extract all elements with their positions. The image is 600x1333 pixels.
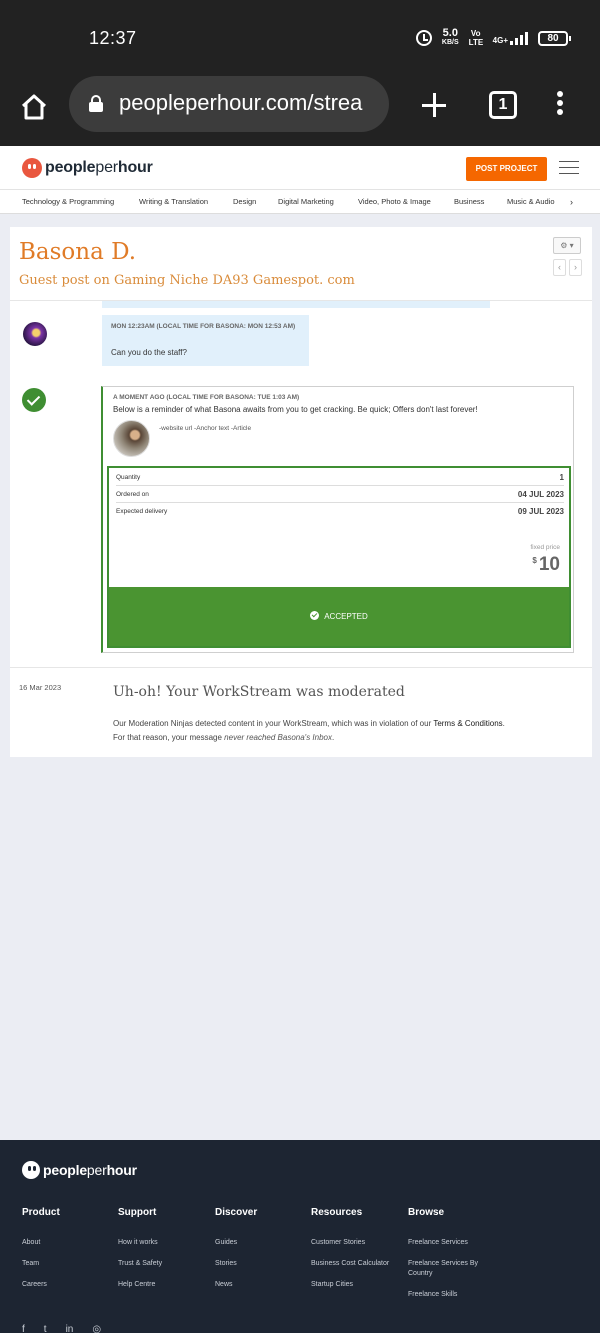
lock-icon [89, 95, 103, 112]
category-writing[interactable]: Writing & Translation [139, 197, 208, 206]
category-digital-marketing[interactable]: Digital Marketing [278, 197, 334, 206]
post-project-button[interactable]: POST PROJECT [466, 157, 547, 181]
moderation-date: 16 Mar 2023 [19, 683, 62, 692]
terms-link[interactable]: Terms & Conditions [433, 719, 502, 728]
status-label: ACCEPTED [324, 612, 368, 621]
footer-link[interactable]: Business Cost Calculator [311, 1259, 403, 1269]
battery-icon: 80 [538, 30, 571, 46]
tab-switcher-icon[interactable]: 1 [489, 91, 517, 119]
accepted-status-bar: ACCEPTED [109, 587, 569, 646]
footer-column-resources: Resources Customer Stories Business Cost… [311, 1207, 403, 1301]
footer-link[interactable]: Guides [215, 1238, 307, 1248]
clock: 12:37 [89, 28, 137, 48]
previous-button[interactable]: ‹ [553, 259, 566, 276]
offer-timestamp: A MOMENT AGO (LOCAL TIME FOR BASONA: TUE… [113, 394, 300, 401]
order-row-ordered-on: Ordered on 04 JUL 2023 [116, 487, 564, 503]
price: $10 [532, 554, 560, 575]
category-video[interactable]: Video, Photo & Image [358, 197, 431, 206]
next-button[interactable]: › [569, 259, 582, 276]
footer-link[interactable]: Freelance Services By Country [408, 1259, 500, 1279]
order-row-quantity: Quantity 1 [116, 470, 564, 486]
home-icon[interactable] [20, 93, 48, 121]
offer-card: A MOMENT AGO (LOCAL TIME FOR BASONA: TUE… [101, 386, 574, 653]
linkedin-icon[interactable]: in [66, 1324, 74, 1333]
address-bar[interactable]: peopleperhour.com/strea [69, 76, 389, 132]
url-text: peopleperhour.com/strea [119, 90, 363, 115]
network-speed: 5.0 KB/S [441, 27, 459, 47]
previous-message-bubble [102, 300, 490, 308]
avatar [113, 420, 150, 457]
footer-link[interactable]: About [22, 1238, 114, 1248]
footer-column-browse: Browse Freelance Services Freelance Serv… [408, 1207, 500, 1311]
hamburger-menu-icon[interactable] [559, 161, 579, 175]
footer-link[interactable]: Stories [215, 1259, 307, 1269]
check-icon [310, 611, 320, 620]
chevron-right-icon[interactable]: › [570, 197, 573, 207]
social-links: f t in ◎ [22, 1324, 101, 1333]
logo-icon [22, 1161, 40, 1179]
message-text: Can you do the staff? [111, 348, 187, 357]
footer-link[interactable]: How it works [118, 1238, 210, 1248]
freelancer-name[interactable]: Basona D. [19, 239, 136, 265]
footer-link[interactable]: Startup Cities [311, 1280, 403, 1290]
moderation-text: Our Moderation Ninjas detected content i… [113, 719, 505, 742]
footer-link[interactable]: Team [22, 1259, 114, 1269]
footer-link[interactable]: Trust & Safety [118, 1259, 210, 1269]
project-title[interactable]: Guest post on Gaming Niche DA93 Gamespot… [19, 273, 355, 288]
offer-reminder-text: Below is a reminder of what Basona await… [113, 405, 478, 414]
footer-link[interactable]: News [215, 1280, 307, 1290]
twitter-icon[interactable]: t [44, 1324, 47, 1333]
footer-link[interactable]: Help Centre [118, 1280, 210, 1290]
footer-link[interactable]: Customer Stories [311, 1238, 403, 1248]
avatar [23, 322, 47, 346]
price-label: fixed price [530, 544, 560, 551]
logo-icon [22, 158, 42, 178]
footer-column-product: Product About Team Careers [22, 1207, 114, 1301]
category-technology[interactable]: Technology & Programming [22, 197, 114, 206]
order-row-expected-delivery: Expected delivery 09 JUL 2023 [116, 507, 564, 516]
instagram-icon[interactable]: ◎ [92, 1324, 101, 1333]
footer-link[interactable]: Careers [22, 1280, 114, 1290]
category-nav: Technology & Programming Writing & Trans… [0, 190, 600, 214]
site-header: peopleperhour POST PROJECT [0, 146, 600, 190]
site-logo[interactable]: peopleperhour [22, 158, 153, 178]
footer-link[interactable]: Freelance Skills [408, 1290, 500, 1300]
message-timestamp: MON 12:23AM (LOCAL TIME FOR BASONA: MON … [111, 323, 296, 330]
divider [10, 300, 592, 301]
category-design[interactable]: Design [233, 197, 256, 206]
footer-logo[interactable]: peopleperhour [22, 1161, 137, 1179]
more-options-icon[interactable] [556, 91, 564, 119]
category-business[interactable]: Business [454, 197, 484, 206]
offer-description: -website url -Anchor text -Article [159, 425, 252, 432]
signal-icon [510, 31, 528, 45]
browser-toolbar: peopleperhour.com/strea 1 [0, 76, 600, 146]
alarm-icon [415, 30, 432, 46]
order-summary: Quantity 1 Ordered on 04 JUL 2023 Expect… [107, 466, 571, 648]
footer-column-support: Support How it works Trust & Safety Help… [118, 1207, 210, 1301]
message-bubble: MON 12:23AM (LOCAL TIME FOR BASONA: MON … [102, 315, 309, 366]
footer-column-discover: Discover Guides Stories News [215, 1207, 307, 1301]
settings-dropdown-button[interactable]: ⚙ ▾ [553, 237, 581, 254]
volte-indicator: Vo LTE [468, 29, 484, 47]
moderation-title: Uh-oh! Your WorkStream was moderated [113, 684, 405, 700]
facebook-icon[interactable]: f [22, 1324, 25, 1333]
check-circle-icon [22, 388, 46, 412]
divider [10, 667, 592, 668]
footer-link[interactable]: Freelance Services [408, 1238, 500, 1248]
workstream-card: Basona D. Guest post on Gaming Niche DA9… [10, 227, 592, 757]
network-type: 4G+ [492, 36, 508, 45]
new-tab-icon[interactable] [421, 92, 447, 118]
status-bar: 12:37 5.0 KB/S Vo LTE 4G+ 80 [0, 0, 600, 76]
category-music[interactable]: Music & Audio [507, 197, 555, 206]
site-footer: peopleperhour Product About Team Careers… [0, 1140, 600, 1333]
